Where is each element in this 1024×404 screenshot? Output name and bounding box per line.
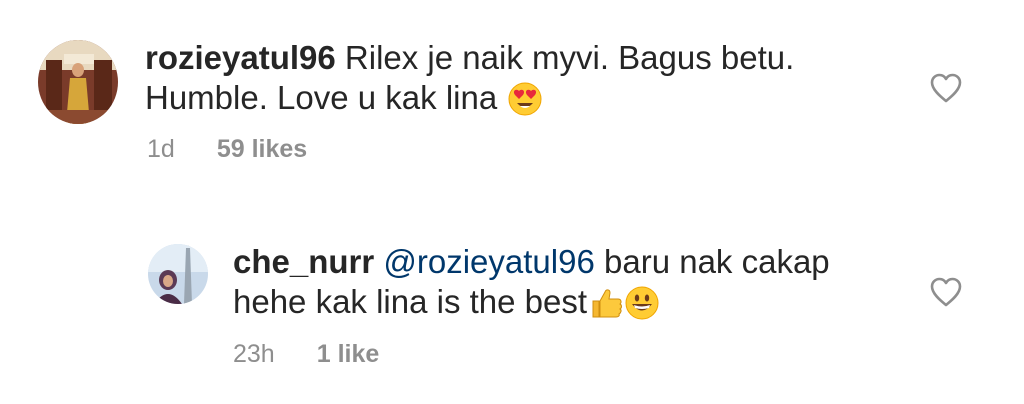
reply-item: che_nurr @rozieyatul96 baru nak cakap he… xyxy=(0,200,1024,404)
comment-item: rozieyatul96 Rilex je naik myvi. Bagus b… xyxy=(0,0,1024,200)
comment-meta: 1d 59 likes xyxy=(147,134,307,164)
reply-likes-count[interactable]: 1 like xyxy=(317,340,380,368)
reply-body-line1: baru nak cakap xyxy=(594,243,830,280)
avatar-image xyxy=(148,244,208,304)
avatar-image xyxy=(38,40,118,124)
heart-eyes-emoji-icon xyxy=(508,82,542,125)
reply-username[interactable]: che_nurr xyxy=(233,243,374,280)
avatar[interactable] xyxy=(148,244,208,304)
like-heart-icon[interactable] xyxy=(929,276,963,313)
comment-text: rozieyatul96 Rilex je naik myvi. Bagus b… xyxy=(145,38,794,125)
comment-username[interactable]: rozieyatul96 xyxy=(145,39,336,76)
thumbs-up-emoji-icon xyxy=(589,286,623,329)
avatar[interactable] xyxy=(38,40,118,124)
reply-body-line2: hehe kak lina is the best xyxy=(233,283,588,320)
reply-timestamp[interactable]: 23h xyxy=(233,340,275,368)
comment-body-line1: Rilex je naik myvi. Bagus betu. xyxy=(335,39,795,76)
reply-mention-link[interactable]: @rozieyatul96 xyxy=(374,243,594,280)
reply-meta: 23h 1 like xyxy=(233,339,379,369)
like-heart-icon[interactable] xyxy=(929,72,963,109)
grinning-face-emoji-icon xyxy=(625,286,659,329)
comment-likes-count[interactable]: 59 likes xyxy=(217,135,307,163)
comment-body-line2: Humble. Love u kak lina xyxy=(145,79,507,116)
reply-text: che_nurr @rozieyatul96 baru nak cakap he… xyxy=(233,242,830,329)
comment-timestamp[interactable]: 1d xyxy=(147,135,175,163)
